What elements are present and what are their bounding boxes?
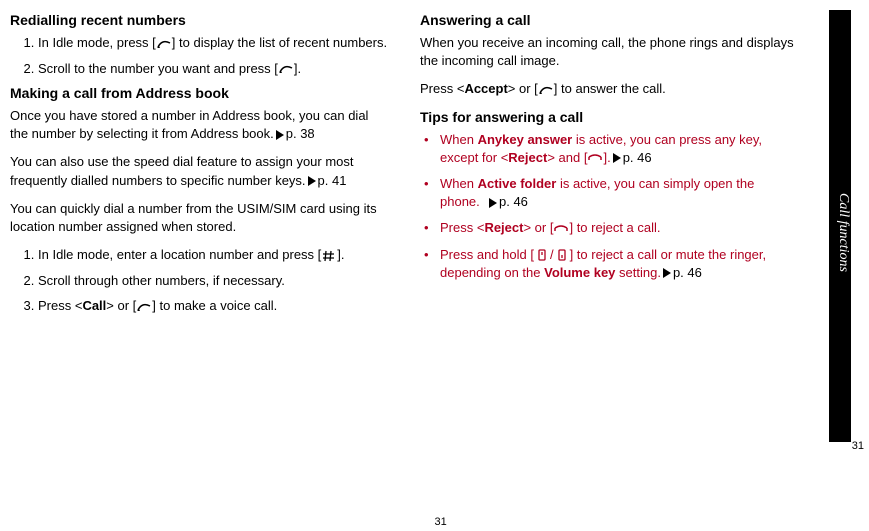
left-column: Redialling recent numbers In Idle mode, … xyxy=(10,8,390,323)
ref-arrow-icon xyxy=(489,198,497,208)
paragraph: You can quickly dial a number from the U… xyxy=(10,200,390,236)
page-content: Redialling recent numbers In Idle mode, … xyxy=(0,0,869,323)
paragraph: Once you have stored a number in Address… xyxy=(10,107,390,143)
tips-list: When Anykey answer is active, you can pr… xyxy=(420,131,800,282)
paragraph: Press <Accept> or [] to answer the call. xyxy=(420,80,800,98)
list-item: When Active folder is active, you can si… xyxy=(420,175,800,211)
heading-redial: Redialling recent numbers xyxy=(10,12,390,28)
ref-arrow-icon xyxy=(308,176,316,186)
list-item: Press <Call> or [] to make a voice call. xyxy=(38,297,390,315)
list-item: Press <Reject> or [] to reject a call. xyxy=(420,219,800,237)
sim-dial-steps: In Idle mode, enter a location number an… xyxy=(10,246,390,315)
heading-answering: Answering a call xyxy=(420,12,800,28)
send-key-icon xyxy=(278,62,294,76)
list-item: Press and hold [/] to reject a call or m… xyxy=(420,246,800,282)
heading-address-book: Making a call from Address book xyxy=(10,85,390,101)
page-number-bottom: 31 xyxy=(435,516,447,528)
ref-arrow-icon xyxy=(613,153,621,163)
ref-arrow-icon xyxy=(663,268,671,278)
end-key-icon xyxy=(587,151,603,165)
list-item: Scroll through other numbers, if necessa… xyxy=(38,272,390,290)
ref-arrow-icon xyxy=(276,130,284,140)
list-item: When Anykey answer is active, you can pr… xyxy=(420,131,800,167)
right-column: Answering a call When you receive an inc… xyxy=(420,8,800,323)
send-key-icon xyxy=(156,37,172,51)
send-key-icon xyxy=(136,300,152,314)
volume-up-icon xyxy=(534,248,550,262)
send-key-icon xyxy=(538,83,554,97)
paragraph: When you receive an incoming call, the p… xyxy=(420,34,800,70)
section-tab: Call functions xyxy=(829,10,851,442)
list-item: In Idle mode, enter a location number an… xyxy=(38,246,390,264)
volume-down-icon xyxy=(554,248,570,262)
list-item: In Idle mode, press [] to display the li… xyxy=(38,34,390,52)
page-number-side: 31 xyxy=(852,440,864,452)
heading-tips: Tips for answering a call xyxy=(420,109,800,125)
paragraph: You can also use the speed dial feature … xyxy=(10,153,390,189)
end-key-icon xyxy=(553,222,569,236)
hash-key-icon xyxy=(321,249,337,263)
redial-steps: In Idle mode, press [] to display the li… xyxy=(10,34,390,77)
list-item: Scroll to the number you want and press … xyxy=(38,60,390,78)
